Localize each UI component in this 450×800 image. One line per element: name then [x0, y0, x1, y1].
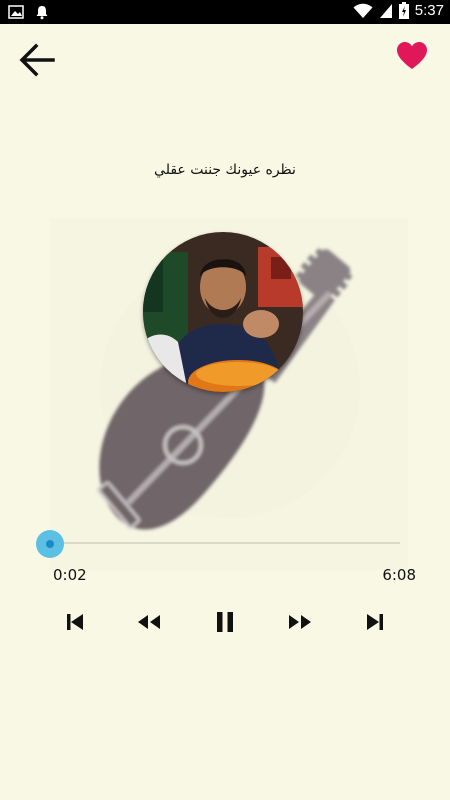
pause-icon	[217, 612, 233, 632]
arrow-left-icon	[19, 43, 55, 77]
next-button[interactable]	[357, 604, 393, 640]
status-bar: 5:37	[0, 0, 450, 24]
fast-forward-icon	[289, 615, 311, 629]
song-title: نظره عيونك جننت عقلي	[154, 162, 296, 178]
favorite-button[interactable]	[396, 41, 428, 71]
rewind-icon	[138, 615, 160, 629]
playback-controls	[0, 604, 450, 640]
pause-button[interactable]	[207, 604, 243, 640]
battery-icon	[398, 2, 409, 19]
current-time: 0:02	[53, 566, 87, 584]
heart-icon	[397, 42, 427, 69]
signal-icon	[379, 3, 392, 18]
previous-button[interactable]	[57, 604, 93, 640]
total-time: 6:08	[382, 566, 416, 584]
artist-photo	[143, 232, 303, 392]
image-icon	[8, 5, 24, 19]
rewind-button[interactable]	[131, 604, 167, 640]
seek-bar-thumb[interactable]	[36, 530, 64, 558]
status-time: 5:37	[414, 2, 444, 19]
seek-bar-track[interactable]	[50, 542, 400, 544]
notification-bell-icon	[36, 6, 48, 20]
skip-next-icon	[367, 614, 383, 630]
fast-forward-button[interactable]	[282, 604, 318, 640]
wifi-icon	[353, 3, 373, 18]
back-button[interactable]	[18, 42, 56, 78]
skip-previous-icon	[67, 614, 83, 630]
